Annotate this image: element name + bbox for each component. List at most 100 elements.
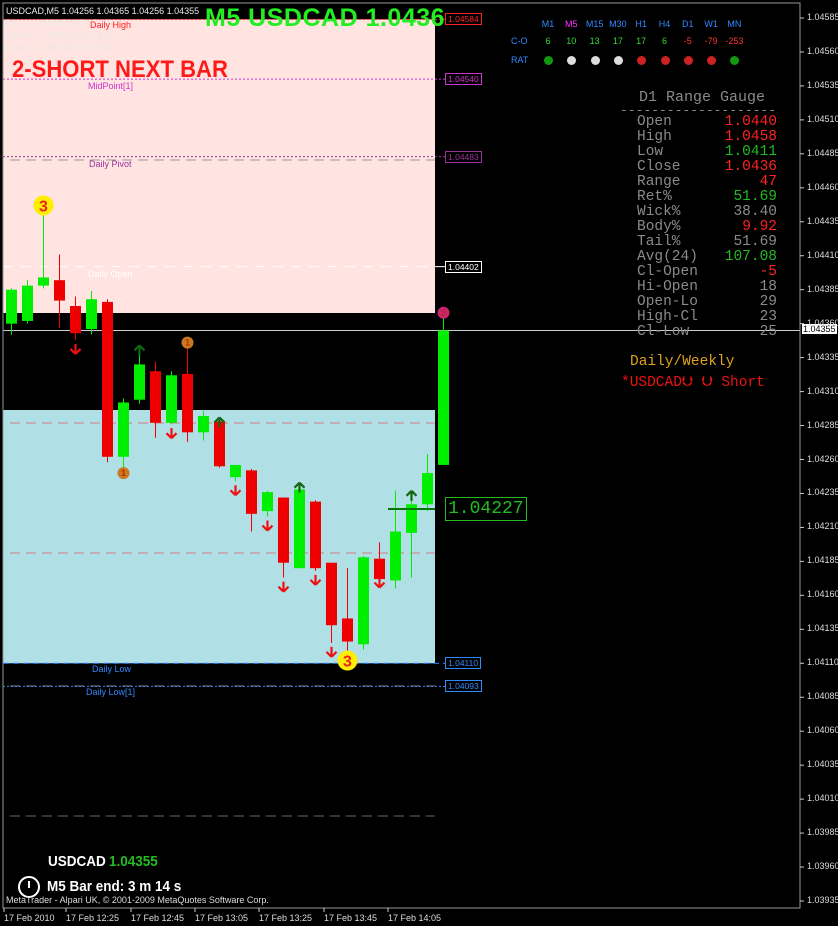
level-tag-daily-pivot: 1.04483 [445,150,482,163]
gauge-row-label: Close [637,159,681,175]
candle-body [326,562,337,626]
fractal-label: 2 [441,308,446,318]
price-axis-label: 1.04385 [807,283,838,294]
bar-end-timer: M5 Bar end: 3 m 14 s [47,878,182,895]
gauge-row-value: 29 [759,294,777,310]
timeframe-rat-dot-icon [613,56,623,65]
price-axis-label: 1.04060 [807,725,838,736]
price-axis-label: 1.03935 [807,895,838,905]
candle-body [278,497,289,563]
candle-body [214,421,225,467]
price-axis-label: 1.04110 [807,657,838,668]
candle-body [6,289,17,324]
candle-body [150,371,161,423]
gauge-row-label: Avg(24) [637,249,698,265]
level-tag-daily-high: 1.04584 [445,13,482,26]
gauge-row-body-: Body% 9.92 [637,220,777,235]
timeframe-label-mn: MN [727,19,742,29]
level-tag-daily-low-1-: 1.04093 [445,680,482,693]
candle-body [230,464,241,478]
timeframe-label-m5: M5 [565,19,578,29]
rat-row-label: RAT [511,55,529,65]
gauge-row-value: 107.08 [724,249,777,265]
fractal-label: 3 [343,654,352,671]
gauge-row-high: High 1.0458 [637,130,777,145]
timeframe-rat-dot-icon [544,56,553,65]
candle-body [422,473,433,505]
fractal-label: 1 [121,468,126,478]
timeframe-co-value: 6 [661,36,667,46]
price-axis-label: 1.04335 [807,351,838,362]
gauge-row-label: Body% [637,219,681,235]
timeframe-co-value: 17 [612,36,623,46]
gauge-row-avg-24-: Avg(24) 107.08 [637,250,777,265]
price-axis-label: 1.04310 [807,385,838,396]
time-axis-label: 17 Feb 2010 [4,913,55,923]
timeframe-co-value: 6 [545,36,551,46]
candle-body [390,531,401,581]
gauge-row-value: 18 [759,279,777,295]
candle-body [118,402,129,457]
gauge-row-hi-open: Hi-Open 18 [637,280,777,295]
time-axis-label: 17 Feb 13:25 [259,913,313,923]
gauge-row-label: Hi-Open [637,279,698,295]
gauge-row-label: Open-Lo [637,294,698,310]
gauge-row-value: 9.92 [742,219,777,235]
gauge-row-open: Open 1.0440 [637,115,777,130]
candle-body [262,492,273,512]
level-label-midpoint-1-: MidPoint[1] [88,81,134,92]
level-tag-daily-open: 1.04402 [445,260,482,273]
gauge-row-open-lo: Open-Lo 29 [637,295,777,310]
gauge-row-value: 1.0458 [724,129,777,145]
gauge-row-value: 51.69 [733,234,777,250]
gauge-row-value: 47 [759,174,777,190]
gauge-row-label: High-Cl [637,309,698,325]
candle-body [438,330,449,465]
gauge-row-value: 23 [759,309,777,325]
timeframe-label-m1: M1 [541,19,555,29]
gauge-row-label: Cl-Low [637,324,690,340]
price-axis-label: 1.03985 [807,827,838,838]
sell-arrow-icon [69,343,82,355]
price-axis-label: 1.04010 [807,793,838,804]
level-tag-daily-low: 1.04110 [445,657,482,670]
copyright-text: MetaTrader - Alpari UK, © 2001-2009 Meta… [6,895,269,905]
gauge-row-value: 1.0411 [724,144,777,160]
gauge-row-value: 25 [759,324,777,340]
price-axis-label: 1.04135 [807,623,838,634]
candle-body [246,470,257,514]
timeframe-label-d1: D1 [682,19,694,29]
timeframe-co-value: 13 [589,36,600,46]
price-axis-label: 1.04035 [807,759,838,770]
gauge-row-label: Open [637,114,672,130]
price-axis-label: 1.04585 [807,12,838,22]
level-label-daily-low: Daily Low [92,664,132,675]
gauge-row-value: 1.0440 [724,114,777,130]
gauge-row-label: Wick% [637,204,681,220]
symbol-price: 1.04355 [109,853,158,870]
price-axis-label: 1.04185 [807,555,838,566]
gauge-row-value: 38.40 [733,204,777,220]
candle-body [358,557,369,645]
fractal-label: 3 [39,198,48,215]
timeframe-rat-dot-icon [660,56,670,65]
timeframe-co-value: -79 [704,36,718,46]
fractal-label: 1 [185,338,190,348]
gauge-row-high-cl: High-Cl 23 [637,310,777,325]
chart-window[interactable]: 31132 USDCAD,M5 1.04256 1.04365 1.04256 … [0,0,838,926]
candle-body [294,489,305,569]
level-label-daily-low-1-: Daily Low[1] [86,687,136,698]
candle-body [38,277,49,286]
price-axis-label: 1.04360 [807,317,838,328]
price-axis-label: 1.04085 [807,691,838,702]
gauge-row-label: Range [637,174,681,190]
gauge-row-wick-: Wick% 38.40 [637,205,777,220]
gauge-row-value: 51.69 [733,189,777,205]
gauge-row-label: Cl-Open [637,264,698,280]
candle-body [182,373,193,433]
candle-body [54,280,65,301]
level-tag-midpoint-1-: 1.04540 [445,73,482,86]
timeframe-label-m15: M15 [585,19,604,29]
info-line-local: Local..... 2010.02.17 06:21 [6,42,113,52]
chart-title: M5 USDCAD 1.0436 [205,4,446,32]
